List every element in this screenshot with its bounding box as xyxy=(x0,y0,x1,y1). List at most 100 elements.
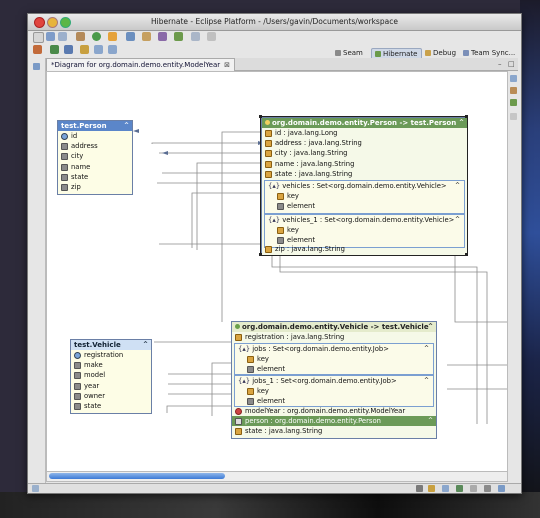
open-type-icon[interactable] xyxy=(142,32,151,41)
property-row[interactable]: registration : java.lang.String xyxy=(232,332,436,342)
hibernate-icon[interactable] xyxy=(174,32,183,41)
collection-jobs-1[interactable]: {▴} jobs_1 : Set<org.domain.demo.entity.… xyxy=(234,375,434,407)
resize-handle[interactable] xyxy=(465,253,468,256)
pin-icon[interactable] xyxy=(207,32,216,41)
collection-label: jobs_1 : Set<org.domain.demo.entity.Job> xyxy=(252,377,397,385)
search-icon[interactable] xyxy=(158,32,167,41)
entity-vehicle[interactable]: org.domain.demo.entity.Vehicle -> test.V… xyxy=(231,321,437,439)
collapse-icon[interactable]: ^ xyxy=(424,344,429,354)
collection-key-row[interactable]: key xyxy=(265,191,464,201)
property-row[interactable]: city : java.lang.String xyxy=(262,148,467,158)
collapse-icon[interactable]: ^ xyxy=(455,215,460,225)
new-icon[interactable] xyxy=(33,32,44,43)
console-view-icon[interactable] xyxy=(510,113,517,120)
table-person-header[interactable]: test.Person ^ xyxy=(58,121,132,131)
property-row[interactable]: state : java.lang.String xyxy=(262,169,467,179)
entity-person[interactable]: org.domain.demo.entity.Person -> test.Pe… xyxy=(261,117,468,256)
entity-person-header[interactable]: org.domain.demo.entity.Person -> test.Pe… xyxy=(262,118,467,128)
outline-view-icon[interactable] xyxy=(510,75,517,82)
refactor-icon[interactable] xyxy=(33,45,42,54)
collapse-icon[interactable]: ^ xyxy=(124,121,129,131)
collection-jobs[interactable]: {▴} jobs : Set<org.domain.demo.entity.Jo… xyxy=(234,343,434,375)
property-label: person : org.domain.demo.entity.Person xyxy=(245,417,381,425)
column-row[interactable]: state xyxy=(58,172,132,182)
table-person[interactable]: test.Person ^ id address city name state… xyxy=(57,120,133,195)
property-row-selected[interactable]: person : org.domain.demo.entity.Person ^ xyxy=(232,416,436,427)
print-icon[interactable] xyxy=(58,32,67,41)
entity-vehicle-title: org.domain.demo.entity.Vehicle -> test.V… xyxy=(242,323,429,331)
scrollbar-thumb[interactable] xyxy=(49,473,225,479)
collection-key-row[interactable]: key xyxy=(235,386,433,396)
next-annotation-icon[interactable] xyxy=(50,45,59,54)
table-vehicle[interactable]: test.Vehicle ^ registration make model y… xyxy=(70,339,152,414)
column-row[interactable]: owner xyxy=(71,391,151,401)
tab-diagram[interactable]: *Diagram for org.domain.demo.entity.Mode… xyxy=(46,58,235,71)
column-name: state xyxy=(84,401,102,410)
column-row[interactable]: address xyxy=(58,141,132,151)
property-row[interactable]: zip : java.lang.String xyxy=(262,244,345,254)
collection-element-label: element xyxy=(287,202,316,211)
console-icon[interactable] xyxy=(191,32,200,41)
status-icon xyxy=(470,485,477,492)
collection-key-row[interactable]: key xyxy=(265,225,464,235)
collection-key-row[interactable]: key xyxy=(235,354,433,364)
diagram-canvas[interactable]: test.Person ^ id address city name state… xyxy=(46,71,508,473)
save-icon[interactable] xyxy=(46,32,55,41)
collection-marker: {▴} xyxy=(268,216,281,224)
run-icon[interactable] xyxy=(92,32,101,41)
resize-handle[interactable] xyxy=(259,253,262,256)
collection-row[interactable]: {▴} jobs : Set<org.domain.demo.entity.Jo… xyxy=(235,344,433,354)
fast-view-icon[interactable] xyxy=(32,485,39,492)
forward-icon[interactable] xyxy=(108,45,117,54)
table-vehicle-header[interactable]: test.Vehicle ^ xyxy=(71,340,151,350)
property-row[interactable]: address : java.lang.String xyxy=(262,138,467,148)
restore-view-icon[interactable] xyxy=(33,63,40,70)
collapse-icon[interactable]: ^ xyxy=(428,322,433,332)
collapse-icon[interactable]: ^ xyxy=(459,118,464,128)
collapse-icon[interactable]: ^ xyxy=(424,376,429,386)
minimize-editor-icon[interactable]: – xyxy=(498,60,502,68)
column-row[interactable]: zip xyxy=(58,182,132,192)
collection-vehicles-1[interactable]: {▴} vehicles_1 : Set<org.domain.demo.ent… xyxy=(264,214,465,248)
column-row[interactable]: year xyxy=(71,381,151,391)
hibernate-config-view-icon[interactable] xyxy=(510,99,517,106)
property-row[interactable]: state : java.lang.String xyxy=(232,426,322,436)
new-class-icon[interactable] xyxy=(126,32,135,41)
close-tab-icon[interactable]: ⊠ xyxy=(224,61,230,69)
collection-element-row[interactable]: element xyxy=(235,364,433,374)
status-icon xyxy=(442,485,449,492)
properties-view-icon[interactable] xyxy=(510,87,517,94)
column-row[interactable]: model xyxy=(71,370,151,380)
maximize-editor-icon[interactable]: □ xyxy=(508,60,515,68)
window-titlebar[interactable]: Hibernate - Eclipse Platform - /Users/ga… xyxy=(28,14,521,31)
debug-icon[interactable] xyxy=(108,32,117,41)
column-row[interactable]: make xyxy=(71,360,151,370)
column-row[interactable]: city xyxy=(58,151,132,161)
editor-tab-bar: *Diagram for org.domain.demo.entity.Mode… xyxy=(46,58,518,71)
back-icon[interactable] xyxy=(94,45,103,54)
table-vehicle-name: test.Vehicle xyxy=(74,341,121,349)
resize-handle[interactable] xyxy=(465,115,468,118)
property-row[interactable]: name : java.lang.String xyxy=(262,159,467,169)
entity-vehicle-header[interactable]: org.domain.demo.entity.Vehicle -> test.V… xyxy=(232,322,436,332)
collection-element-row[interactable]: element xyxy=(265,201,464,211)
collection-row[interactable]: {▴} vehicles : Set<org.domain.demo.entit… xyxy=(265,181,464,191)
resize-handle[interactable] xyxy=(259,115,262,118)
property-row[interactable]: id : java.lang.Long xyxy=(262,128,467,138)
column-row[interactable]: id xyxy=(58,131,132,141)
secondary-toolbar xyxy=(28,44,521,56)
horizontal-scrollbar[interactable] xyxy=(46,471,508,482)
collection-row[interactable]: {▴} vehicles_1 : Set<org.domain.demo.ent… xyxy=(265,215,464,225)
build-icon[interactable] xyxy=(76,32,85,41)
collapse-icon[interactable]: ^ xyxy=(455,181,460,191)
property-row[interactable]: modelYear : org.domain.demo.entity.Model… xyxy=(232,406,445,416)
collection-vehicles[interactable]: {▴} vehicles : Set<org.domain.demo.entit… xyxy=(264,180,465,214)
column-row[interactable]: registration xyxy=(71,350,151,360)
column-row[interactable]: name xyxy=(58,162,132,172)
column-row[interactable]: state xyxy=(71,401,151,411)
collection-row[interactable]: {▴} jobs_1 : Set<org.domain.demo.entity.… xyxy=(235,376,433,386)
previous-annotation-icon[interactable] xyxy=(64,45,73,54)
collapse-icon[interactable]: ^ xyxy=(143,340,148,350)
last-edit-icon[interactable] xyxy=(80,45,89,54)
collapse-icon[interactable]: ^ xyxy=(428,416,433,426)
